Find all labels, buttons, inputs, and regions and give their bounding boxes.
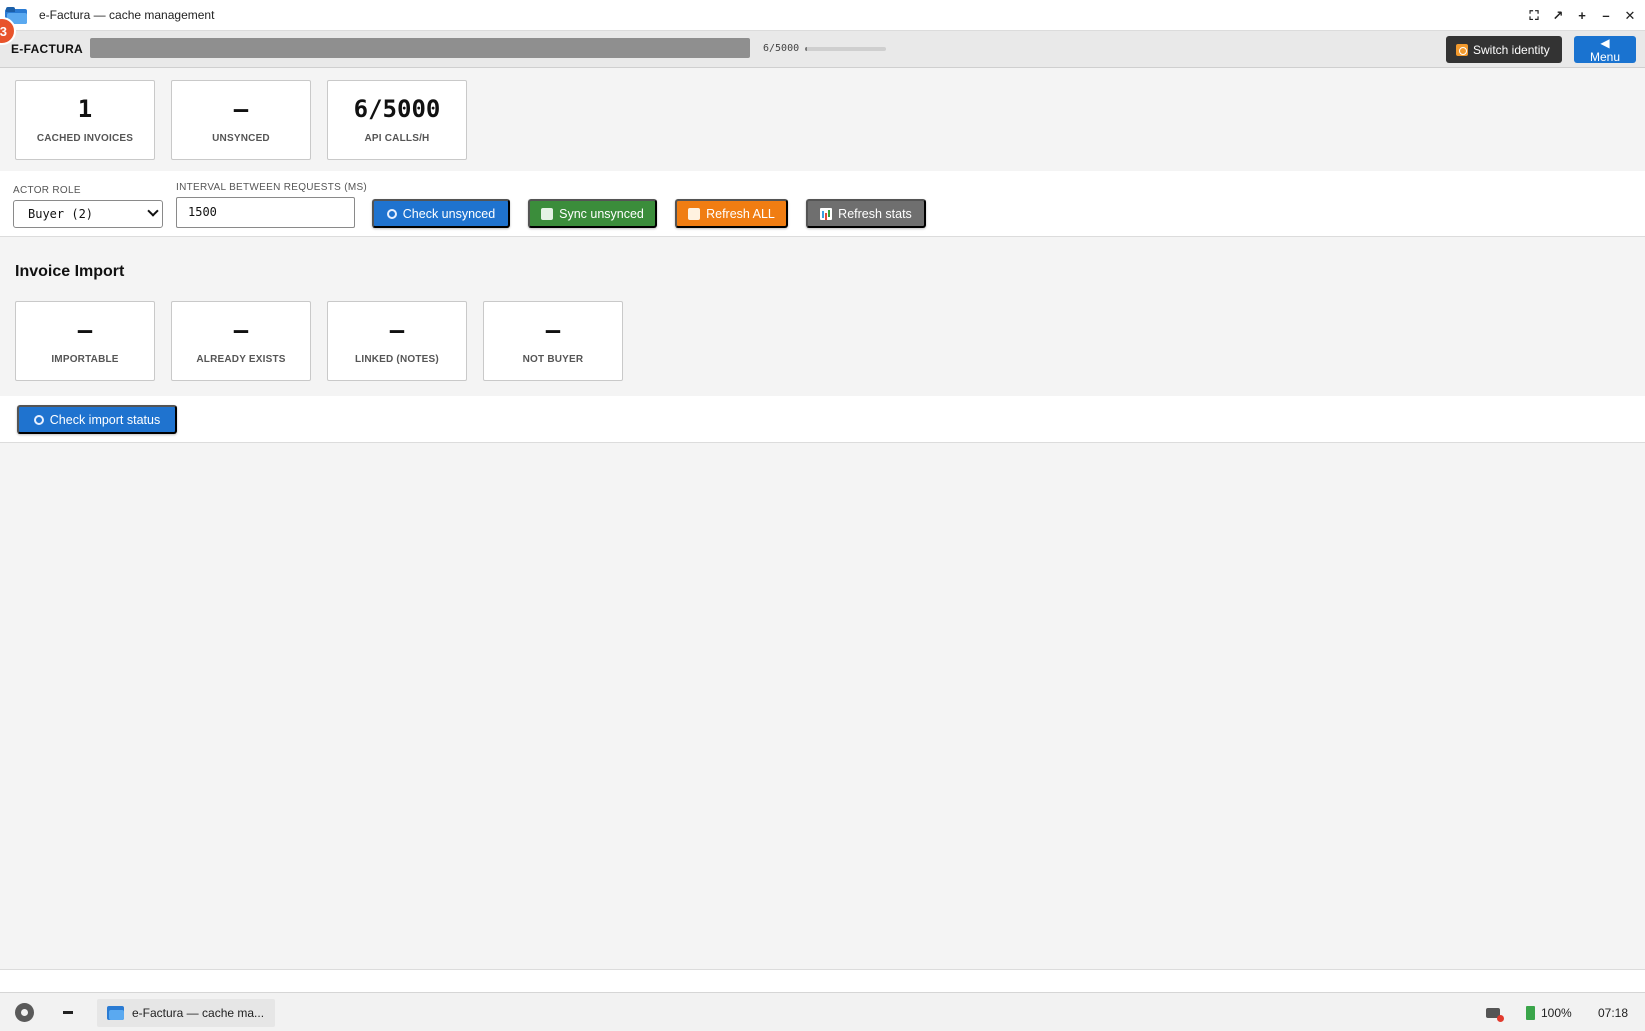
stat-label: IMPORTABLE xyxy=(51,354,119,365)
api-quota-progress xyxy=(805,47,886,51)
minimize-all-icon[interactable] xyxy=(63,1011,73,1014)
search-icon xyxy=(33,414,44,425)
api-quota-text: 6/5000 xyxy=(763,43,800,54)
api-quota-progress-fill xyxy=(805,47,807,51)
interval-label: INTERVAL BETWEEN REQUESTS (MS) xyxy=(176,182,368,193)
folder-icon xyxy=(107,1006,124,1020)
import-card-not-buyer: – NOT BUYER xyxy=(483,301,623,381)
network-offline-icon xyxy=(1486,1007,1504,1022)
actor-role-select[interactable]: Buyer (2) xyxy=(13,200,163,228)
import-card-importable: – IMPORTABLE xyxy=(15,301,155,381)
app-header: E-FACTURA 6/5000 Switch identity ◀ Menu xyxy=(0,31,1645,68)
stat-value: – xyxy=(77,316,93,344)
switch-identity-label: Switch identity xyxy=(1473,42,1550,57)
stat-value: 6/5000 xyxy=(353,95,441,123)
refresh-all-button[interactable]: Refresh ALL xyxy=(675,199,788,228)
stat-value: – xyxy=(545,316,561,344)
actor-role-value: Buyer (2) xyxy=(28,207,94,221)
window-controls: ⛶ ↗ + – ✕ xyxy=(1527,0,1637,31)
sync-unsynced-label: Sync unsynced xyxy=(559,206,644,221)
menu-button[interactable]: ◀ Menu xyxy=(1574,36,1636,64)
stat-label: NOT BUYER xyxy=(522,354,584,365)
brand-label: E-FACTURA xyxy=(11,42,84,56)
taskbar-item-efactura[interactable]: e-Factura — cache ma... xyxy=(97,999,275,1027)
switch-icon xyxy=(1456,43,1468,56)
stat-label: API CALLS/H xyxy=(364,133,430,144)
content-footer xyxy=(0,970,1645,992)
actor-role-label: ACTOR ROLE xyxy=(13,185,81,196)
check-import-status-button[interactable]: Check import status xyxy=(17,405,177,434)
check-unsynced-label: Check unsynced xyxy=(402,206,496,221)
restore-icon[interactable]: ↗ xyxy=(1551,8,1565,23)
switch-identity-button[interactable]: Switch identity xyxy=(1446,36,1562,63)
stat-card-cached-invoices: 1 CACHED INVOICES xyxy=(15,80,155,160)
chevron-down-icon xyxy=(147,205,159,217)
refresh-all-label: Refresh ALL xyxy=(706,206,775,221)
interval-input[interactable]: 1500 xyxy=(176,197,355,228)
stat-label: LINKED (NOTES) xyxy=(355,354,439,365)
battery-tray[interactable]: 100% xyxy=(1526,993,1572,1031)
import-card-already-exists: – ALREADY EXISTS xyxy=(171,301,311,381)
identity-bar-redacted xyxy=(90,38,750,58)
check-unsynced-button[interactable]: Check unsynced xyxy=(372,199,510,228)
refresh-stats-button[interactable]: Refresh stats xyxy=(806,199,926,228)
stat-card-unsynced: – UNSYNCED xyxy=(171,80,311,160)
refresh-stats-label: Refresh stats xyxy=(838,206,912,221)
fullscreen-icon[interactable]: ⛶ xyxy=(1527,8,1541,23)
chart-icon xyxy=(820,207,833,220)
import-card-linked-notes: – LINKED (NOTES) xyxy=(327,301,467,381)
taskbar: e-Factura — cache ma... 100% 07:18 xyxy=(0,992,1645,1031)
stat-label: ALREADY EXISTS xyxy=(196,354,286,365)
stat-value: 1 xyxy=(77,95,93,123)
battery-level: 100% xyxy=(1541,1005,1572,1020)
stat-value: – xyxy=(233,95,249,123)
stat-label: UNSYNCED xyxy=(212,133,270,144)
minimize-icon[interactable]: – xyxy=(1599,8,1613,23)
stat-card-api-calls: 6/5000 API CALLS/H xyxy=(327,80,467,160)
sync-icon xyxy=(541,207,554,220)
window-titlebar: e-Factura — cache management ⛶ ↗ + – ✕ xyxy=(0,0,1645,31)
window-title: e-Factura — cache management xyxy=(39,8,215,22)
stat-label: CACHED INVOICES xyxy=(36,133,134,144)
search-icon xyxy=(386,208,397,219)
import-controls-band xyxy=(0,396,1645,443)
maximize-icon[interactable]: + xyxy=(1575,8,1589,23)
battery-icon xyxy=(1526,1005,1535,1020)
close-icon[interactable]: ✕ xyxy=(1623,8,1637,23)
stat-value: – xyxy=(389,316,405,344)
refresh-icon xyxy=(688,207,701,220)
invoice-import-title: Invoice Import xyxy=(15,263,125,280)
check-import-status-label: Check import status xyxy=(49,412,161,427)
gear-icon[interactable] xyxy=(15,1003,34,1022)
clock[interactable]: 07:18 xyxy=(1598,993,1628,1031)
stat-value: – xyxy=(233,316,249,344)
taskbar-item-label: e-Factura — cache ma... xyxy=(132,1006,265,1020)
sync-unsynced-button[interactable]: Sync unsynced xyxy=(528,199,657,228)
network-tray[interactable] xyxy=(1486,993,1504,1031)
